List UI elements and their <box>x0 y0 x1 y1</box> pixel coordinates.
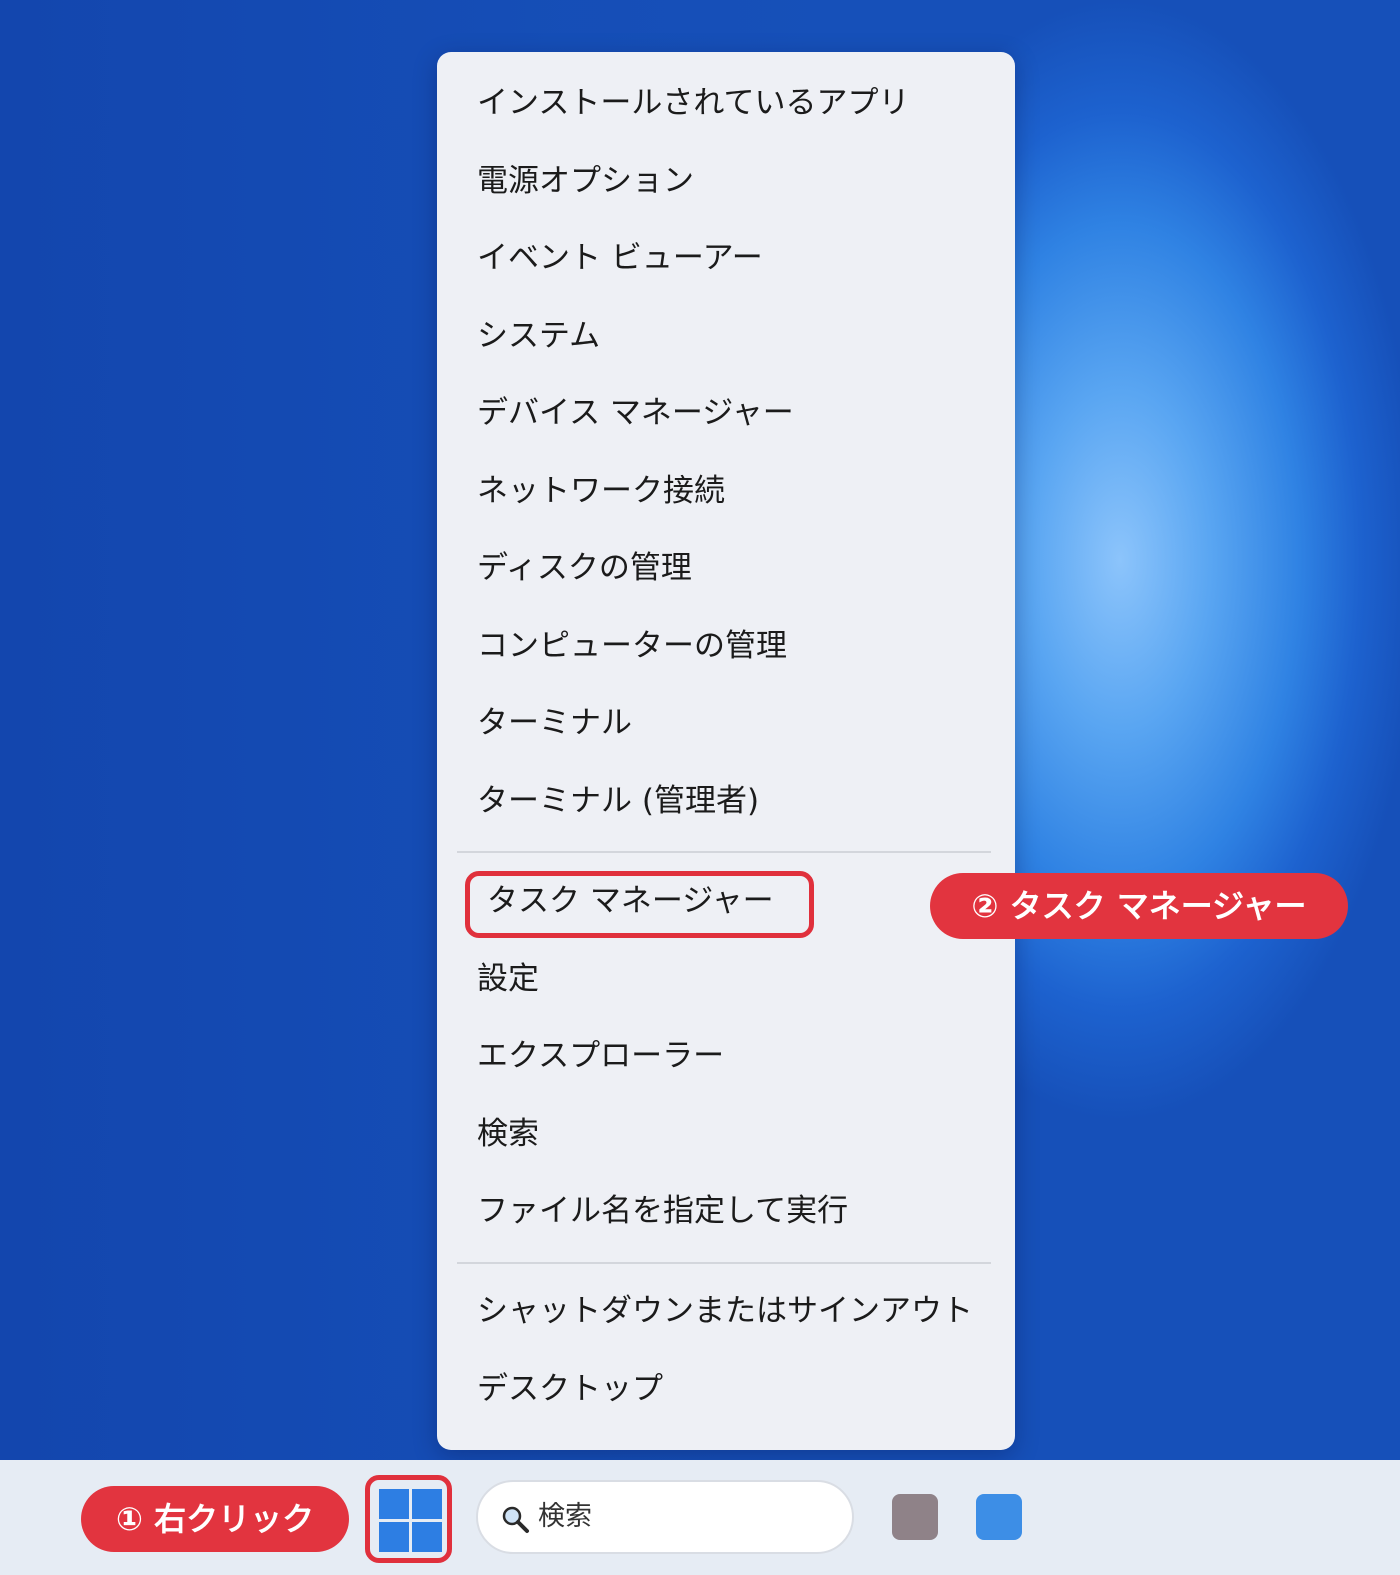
taskbar-search-box[interactable]: 検索 <box>476 1480 854 1554</box>
menu-item-file-explorer[interactable]: エクスプローラー <box>477 1031 724 1081</box>
menu-item-computer-management[interactable]: コンピューターの管理 <box>477 621 787 671</box>
menu-item-terminal-admin[interactable]: ターミナル (管理者) <box>477 776 759 826</box>
menu-item-search[interactable]: 検索 <box>477 1109 539 1159</box>
step1-callout: ① 右クリック <box>81 1486 349 1552</box>
menu-item-shutdown-signout[interactable]: シャットダウンまたはサインアウト <box>477 1286 973 1336</box>
context-menu: インストールされているアプリ 電源オプション イベント ビューアー システム デ… <box>437 52 1015 1450</box>
taskbar-app-blue-icon[interactable] <box>976 1494 1022 1540</box>
taskbar-app-gray-icon[interactable] <box>892 1494 938 1540</box>
menu-item-installed-apps[interactable]: インストールされているアプリ <box>477 78 909 128</box>
menu-item-run[interactable]: ファイル名を指定して実行 <box>477 1186 848 1236</box>
menu-item-terminal[interactable]: ターミナル <box>477 698 632 748</box>
menu-item-power-options[interactable]: 電源オプション <box>477 156 694 206</box>
search-icon <box>502 1506 529 1533</box>
search-label: 検索 <box>538 1501 592 1532</box>
task-manager-highlight <box>465 871 814 938</box>
start-button[interactable] <box>365 1475 452 1563</box>
menu-item-system[interactable]: システム <box>477 311 600 361</box>
menu-item-settings[interactable]: 設定 <box>477 954 539 1004</box>
menu-item-event-viewer[interactable]: イベント ビューアー <box>477 233 763 283</box>
menu-separator <box>457 1262 991 1264</box>
menu-item-disk-management[interactable]: ディスクの管理 <box>477 543 692 593</box>
menu-item-desktop[interactable]: デスクトップ <box>477 1364 663 1414</box>
menu-item-network-connections[interactable]: ネットワーク接続 <box>477 466 725 516</box>
menu-item-device-manager[interactable]: デバイス マネージャー <box>477 388 794 438</box>
menu-separator <box>457 851 991 853</box>
step2-callout: ② タスク マネージャー <box>930 873 1348 939</box>
